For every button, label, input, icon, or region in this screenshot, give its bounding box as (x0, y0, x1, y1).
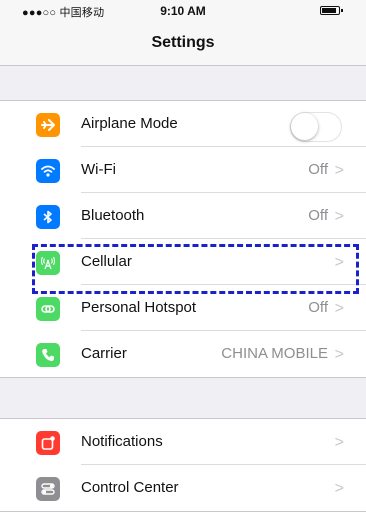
phone-icon (36, 343, 60, 367)
status-bar: ●●●○○ 中国移动 9:10 AM (0, 0, 366, 20)
chevron-right-icon: > (334, 208, 344, 225)
settings-row-label: Bluetooth (81, 207, 145, 224)
settings-row-airplane-mode[interactable]: Airplane Mode (0, 101, 366, 147)
chevron-right-icon: > (334, 300, 344, 317)
settings-row-wifi[interactable]: Wi-Fi Off > (0, 147, 366, 193)
chevron-right-icon: > (334, 346, 344, 363)
settings-row-control-center[interactable]: Control Center > (0, 465, 366, 511)
settings-row-cellular[interactable]: Cellular > (0, 239, 366, 285)
chevron-right-icon: > (334, 162, 344, 179)
settings-row-personal-hotspot[interactable]: Personal Hotspot Off > (0, 285, 366, 331)
airplane-mode-toggle[interactable] (290, 112, 342, 142)
notifications-icon (36, 431, 60, 455)
settings-row-notifications[interactable]: Notifications > (0, 419, 366, 465)
wifi-icon (36, 159, 60, 183)
navigation-bar: Settings (0, 20, 366, 66)
settings-group-connectivity: Airplane Mode Wi-Fi Off > Bluetooth Off … (0, 100, 366, 378)
settings-row-label: Carrier (81, 345, 127, 362)
settings-row-bluetooth[interactable]: Bluetooth Off > (0, 193, 366, 239)
chevron-right-icon: > (334, 254, 344, 271)
chevron-right-icon: > (334, 434, 344, 451)
settings-row-label: Personal Hotspot (81, 299, 197, 316)
settings-row-label: Cellular (81, 253, 132, 270)
cellular-antenna-icon (36, 251, 60, 275)
settings-row-value: CHINA MOBILE (221, 345, 328, 362)
airplane-icon (36, 113, 60, 137)
settings-row-carrier[interactable]: Carrier CHINA MOBILE > (0, 331, 366, 377)
bluetooth-icon (36, 205, 60, 229)
settings-row-label: Airplane Mode (81, 115, 178, 132)
control-center-icon (36, 477, 60, 501)
clock: 9:10 AM (160, 4, 206, 18)
hotspot-icon (36, 297, 60, 321)
settings-row-label: Notifications (81, 433, 163, 450)
battery-icon (320, 6, 343, 15)
settings-row-value: Off (308, 161, 328, 178)
settings-row-label: Wi-Fi (81, 161, 116, 178)
settings-row-label: Control Center (81, 479, 179, 496)
page-title: Settings (151, 34, 215, 51)
chevron-right-icon: > (334, 480, 344, 497)
settings-row-value: Off (308, 299, 328, 316)
settings-row-value: Off (308, 207, 328, 224)
